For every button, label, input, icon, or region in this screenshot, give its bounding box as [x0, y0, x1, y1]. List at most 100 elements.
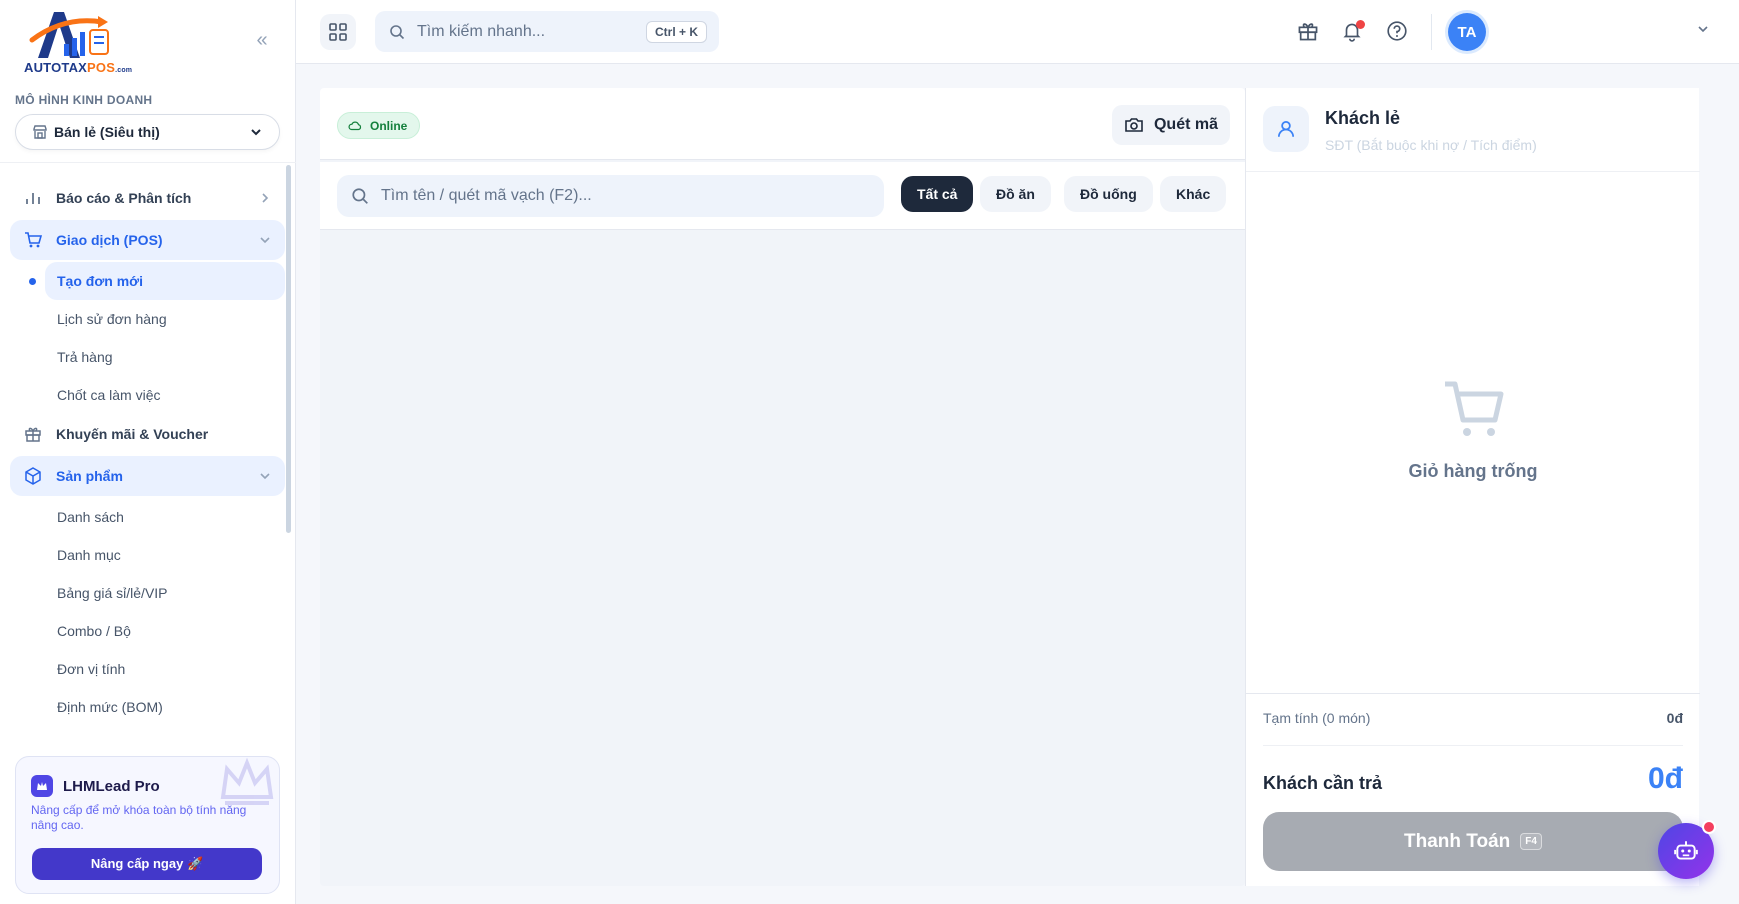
nav-item-pos[interactable]: Giao dịch (POS) — [10, 220, 285, 260]
box-icon — [25, 467, 41, 485]
app-grid-button[interactable] — [320, 14, 356, 50]
collapse-sidebar-icon[interactable]: « — [250, 28, 274, 52]
nav-item-promotions[interactable]: Khuyến mãi & Voucher — [10, 414, 285, 454]
sub-item-label: Định mức (BOM) — [57, 699, 163, 715]
sub-item-returns[interactable]: Trả hàng — [10, 338, 285, 376]
user-avatar[interactable]: TA — [1448, 13, 1486, 51]
sub-item-label: Danh sách — [57, 509, 124, 525]
sub-item-new-order[interactable]: Tạo đơn mới — [29, 262, 285, 300]
search-icon — [390, 24, 405, 39]
user-icon — [1263, 106, 1309, 152]
help-icon — [1387, 21, 1407, 41]
empty-cart-icon — [1445, 381, 1504, 436]
sub-item-order-history[interactable]: Lịch sử đơn hàng — [10, 300, 285, 338]
amount-due-label: Khách cần trả — [1263, 773, 1383, 793]
subtotal-row: Tạm tính (0 món) 0đ — [1263, 710, 1683, 726]
subtotal-label: Tạm tính (0 món) — [1263, 710, 1371, 726]
cloud-icon — [348, 121, 362, 130]
sub-item-close-shift[interactable]: Chốt ca làm việc — [10, 376, 285, 414]
chevron-down-icon — [260, 473, 270, 480]
crown-icon — [31, 775, 53, 797]
scan-button-label: Quét mã — [1153, 116, 1218, 133]
sub-item-price-lists[interactable]: Bảng giá sỉ/lẻ/VIP — [10, 574, 285, 612]
main-nav: Báo cáo & Phân tích Giao dịch (POS) Tạo … — [10, 178, 285, 726]
product-filter-bar: Tìm tên / quét mã vạch (F2)... Tất cả Đồ… — [320, 162, 1245, 230]
store-icon — [33, 125, 47, 139]
product-panel-header: Online Quét mã — [320, 88, 1245, 160]
chevron-down-icon[interactable] — [1696, 22, 1710, 36]
business-model-value: Bán lẻ (Siêu thị) — [54, 124, 160, 140]
sub-item-bom[interactable]: Định mức (BOM) — [10, 688, 285, 726]
filter-chip-food[interactable]: Đồ ăn — [980, 176, 1051, 212]
nav-item-label: Giao dịch (POS) — [56, 232, 163, 248]
shortcut-hint: Ctrl + K — [645, 21, 707, 43]
checkout-button[interactable]: Thanh Toán F4 — [1263, 812, 1683, 871]
filter-chip-other[interactable]: Khác — [1160, 176, 1227, 212]
pro-upgrade-card: LHMLead Pro Nâng cấp để mở khóa toàn bộ … — [15, 756, 280, 894]
business-model-label: MÔ HÌNH KINH DOANH — [15, 93, 153, 107]
search-icon — [352, 188, 368, 204]
nav-item-reports[interactable]: Báo cáo & Phân tích — [10, 178, 285, 218]
sub-item-product-list[interactable]: Danh sách — [10, 498, 285, 536]
pro-description: Nâng cấp để mở khóa toàn bộ tính năng nâ… — [31, 803, 247, 832]
product-search-placeholder: Tìm tên / quét mã vạch (F2)... — [381, 187, 592, 204]
sub-item-categories[interactable]: Danh mục — [10, 536, 285, 574]
sub-item-label: Bảng giá sỉ/lẻ/VIP — [57, 585, 168, 601]
divider — [1431, 14, 1432, 50]
robot-icon — [1674, 841, 1698, 860]
nav-item-label: Báo cáo & Phân tích — [56, 190, 192, 206]
divider — [1263, 745, 1683, 746]
checkout-shortcut: F4 — [1520, 833, 1542, 850]
filter-chip-all[interactable]: Tất cả — [901, 176, 974, 212]
upgrade-button[interactable]: Nâng cấp ngay 🚀 — [32, 848, 262, 880]
product-search-input[interactable]: Tìm tên / quét mã vạch (F2)... — [337, 175, 884, 217]
gift-button[interactable] — [1297, 20, 1321, 44]
subtotal-value: 0đ — [1666, 710, 1683, 726]
quick-search-placeholder: Tìm kiếm nhanh... — [417, 22, 546, 40]
cart-totals: Tạm tính (0 món) 0đ Khách cần trả 0đ Tha… — [1246, 693, 1700, 886]
gift-icon — [25, 427, 41, 442]
gift-icon — [1298, 23, 1318, 41]
sub-item-label: Trả hàng — [57, 349, 113, 365]
nav-item-label: Sản phẩm — [56, 468, 123, 484]
chatbot-badge — [1702, 820, 1716, 834]
help-button[interactable] — [1386, 20, 1410, 44]
notifications-button[interactable] — [1341, 20, 1365, 44]
logo-text: AUTOTAXPOS.com — [24, 60, 133, 75]
sub-item-units[interactable]: Đơn vị tính — [10, 650, 285, 688]
active-dot — [29, 278, 36, 285]
nav-item-label: Khuyến mãi & Voucher — [56, 426, 209, 442]
checkout-label: Thanh Toán — [1404, 830, 1511, 852]
sub-item-label: Danh mục — [57, 547, 121, 563]
sidebar-scrollbar[interactable] — [286, 165, 291, 533]
chevron-right-icon — [262, 193, 269, 203]
sub-item-label: Combo / Bộ — [57, 623, 131, 639]
product-panel: Online Quét mã Tìm tên / quét mã vạch (F… — [320, 88, 1245, 886]
amount-due-value: 0đ — [1647, 762, 1683, 795]
camera-icon — [1125, 118, 1143, 132]
sidebar: AUTOTAXPOS.com « MÔ HÌNH KINH DOANH Bán … — [0, 0, 296, 904]
filter-chip-drinks[interactable]: Đồ uống — [1064, 176, 1153, 212]
customer-selector[interactable]: Khách lẻ SĐT (Bắt buộc khi nợ / Tích điể… — [1246, 88, 1700, 172]
pro-title: LHMLead Pro — [31, 775, 160, 797]
customer-phone-hint: SĐT (Bắt buộc khi nợ / Tích điểm) — [1325, 137, 1537, 153]
brand-logo[interactable]: AUTOTAXPOS.com — [24, 6, 134, 76]
cart-panel: Khách lẻ SĐT (Bắt buộc khi nợ / Tích điể… — [1245, 88, 1700, 886]
sub-item-combos[interactable]: Combo / Bộ — [10, 612, 285, 650]
sub-item-label: Lịch sử đơn hàng — [57, 311, 167, 327]
business-model-select[interactable]: Bán lẻ (Siêu thị) — [15, 114, 280, 150]
quick-search-input[interactable]: Tìm kiếm nhanh... Ctrl + K — [375, 11, 719, 52]
pro-title-text: LHMLead Pro — [63, 777, 160, 795]
divider — [0, 162, 296, 163]
empty-cart-text: Giỏ hàng trống — [1408, 461, 1538, 481]
nav-item-products[interactable]: Sản phẩm — [10, 456, 285, 496]
notification-badge — [1356, 20, 1365, 29]
online-status-badge: Online — [337, 112, 421, 139]
cart-icon — [25, 232, 42, 248]
top-bar: Tìm kiếm nhanh... Ctrl + K TA — [296, 0, 1739, 64]
sub-item-label: Tạo đơn mới — [57, 273, 144, 289]
sub-item-label: Chốt ca làm việc — [57, 387, 161, 403]
grid-icon — [329, 23, 347, 41]
online-status-text: Online — [370, 118, 408, 133]
scan-barcode-button[interactable]: Quét mã — [1111, 105, 1230, 145]
